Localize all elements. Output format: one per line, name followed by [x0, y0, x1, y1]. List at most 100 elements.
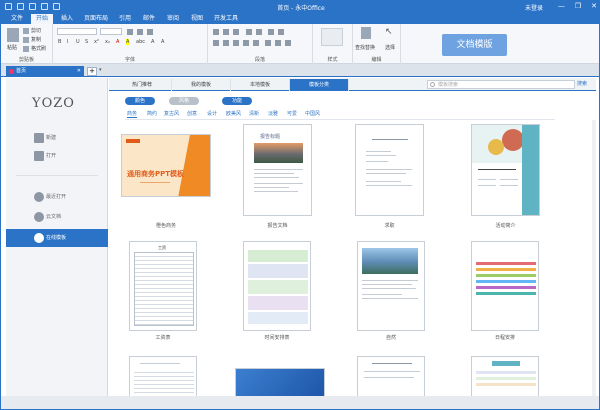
- template-name: 活动简介: [495, 223, 516, 229]
- template-thumbnail[interactable]: [235, 368, 325, 398]
- strikethrough-button[interactable]: S: [85, 39, 88, 45]
- filter-style[interactable]: 风格: [169, 97, 199, 105]
- clear-format-icon[interactable]: [147, 29, 153, 35]
- paste-icon[interactable]: [7, 28, 19, 42]
- decrease-indent-icon[interactable]: [246, 29, 252, 35]
- template-thumbnail[interactable]: [471, 241, 539, 331]
- text-effect-button[interactable]: abc: [136, 39, 145, 45]
- sidebar-item-open[interactable]: 打开: [6, 147, 108, 165]
- template-thumbnail[interactable]: [357, 356, 425, 398]
- template-thumbnail[interactable]: 通用商务PPT模板: [121, 134, 211, 197]
- numbering-icon[interactable]: [223, 29, 229, 35]
- template-thumbnail[interactable]: [471, 356, 539, 398]
- tab-hot[interactable]: 热门推荐: [113, 79, 172, 91]
- tab-template-categories[interactable]: 模板分类: [290, 79, 349, 91]
- superscript-button[interactable]: x²: [94, 39, 99, 45]
- menu-home[interactable]: 开始: [31, 14, 53, 24]
- find-replace-icon[interactable]: [361, 27, 371, 39]
- window-controls: — ❐ ✕: [558, 2, 597, 10]
- menu-mail[interactable]: 邮件: [139, 14, 159, 24]
- justify-icon[interactable]: [243, 40, 249, 46]
- category-fresh[interactable]: 清新: [249, 110, 259, 117]
- template-thumbnail[interactable]: [129, 356, 197, 398]
- tab-menu-icon[interactable]: ▾: [99, 67, 106, 76]
- category-cute[interactable]: 可爱: [287, 110, 297, 117]
- menu-insert[interactable]: 插入: [57, 14, 77, 24]
- bullets-icon[interactable]: [213, 29, 219, 35]
- category-western[interactable]: 欧美风: [226, 110, 241, 117]
- menu-developer[interactable]: 开发工具: [211, 14, 241, 24]
- sidebar-item-cloud[interactable]: 云文档: [6, 208, 108, 226]
- select-button[interactable]: 选择: [385, 44, 395, 51]
- format-painter-button[interactable]: 格式刷: [23, 45, 46, 52]
- filter-color[interactable]: 颜色: [125, 97, 155, 105]
- menu-review[interactable]: 审阅: [163, 14, 183, 24]
- close-button[interactable]: ✕: [591, 2, 597, 10]
- italic-button[interactable]: I: [67, 39, 68, 45]
- highlight-button[interactable]: A: [126, 39, 130, 45]
- tab-my-templates[interactable]: 我的模板: [172, 79, 231, 91]
- filter-function[interactable]: 功能: [222, 97, 252, 105]
- template-thumbnail[interactable]: 工资: [129, 241, 197, 331]
- tab-local-templates[interactable]: 本地模板: [231, 79, 290, 91]
- template-thumbnail[interactable]: [471, 124, 540, 216]
- template-thumbnail[interactable]: 报告标题: [243, 124, 312, 216]
- category-retro[interactable]: 复古风: [164, 110, 179, 117]
- show-marks-icon[interactable]: [278, 29, 284, 35]
- minimize-button[interactable]: —: [558, 2, 565, 10]
- category-creative[interactable]: 创意: [187, 110, 197, 117]
- font-name-select[interactable]: [57, 28, 97, 35]
- cut-button[interactable]: 剪切: [23, 27, 41, 34]
- tab-home[interactable]: 首页 ✕: [6, 66, 84, 77]
- group-label-clipboard: 剪贴板: [18, 57, 34, 63]
- paste-button[interactable]: 粘贴: [7, 44, 17, 51]
- multilevel-icon[interactable]: [233, 29, 239, 35]
- shading-icon[interactable]: [275, 40, 281, 46]
- category-chinese[interactable]: 中国风: [305, 110, 320, 117]
- template-thumbnail[interactable]: [357, 241, 425, 331]
- char-shade-button[interactable]: A: [161, 39, 164, 45]
- line-spacing-icon[interactable]: [265, 40, 271, 46]
- char-border-button[interactable]: A: [151, 39, 154, 45]
- new-tab-button[interactable]: +: [87, 67, 97, 76]
- copy-button[interactable]: 复制: [23, 36, 41, 43]
- doc-template-banner[interactable]: 文档模版: [442, 34, 507, 56]
- sidebar-item-recent[interactable]: 最近打开: [6, 188, 108, 206]
- menu-view[interactable]: 视图: [187, 14, 207, 24]
- borders-icon[interactable]: [285, 40, 291, 46]
- increase-indent-icon[interactable]: [256, 29, 262, 35]
- template-thumbnail[interactable]: [355, 124, 424, 216]
- shrink-font-icon[interactable]: [137, 29, 143, 35]
- search-input[interactable]: 模板搜索: [427, 80, 575, 89]
- maximize-button[interactable]: ❐: [575, 2, 581, 10]
- category-elegant[interactable]: 淡雅: [268, 110, 278, 117]
- vertical-scrollbar[interactable]: [592, 120, 596, 396]
- cursor-select-icon[interactable]: ↖: [385, 27, 393, 37]
- sidebar-item-online-templates[interactable]: 在线模板: [6, 229, 108, 247]
- template-thumbnail[interactable]: [243, 241, 311, 331]
- login-status[interactable]: 未登录: [525, 3, 543, 12]
- sort-icon[interactable]: [268, 29, 274, 35]
- find-replace-button[interactable]: 查找替换: [355, 44, 375, 51]
- font-size-select[interactable]: [100, 28, 122, 35]
- distribute-icon[interactable]: [253, 40, 259, 46]
- menu-file[interactable]: 文件: [7, 14, 27, 24]
- category-simple[interactable]: 简约: [147, 110, 157, 117]
- menu-references[interactable]: 引用: [115, 14, 135, 24]
- subscript-button[interactable]: x₂: [105, 39, 110, 45]
- font-color-button[interactable]: A: [116, 39, 119, 45]
- grow-font-icon[interactable]: [127, 29, 133, 35]
- underline-button[interactable]: U: [76, 39, 80, 45]
- menu-layout[interactable]: 页面布局: [81, 14, 111, 24]
- align-right-icon[interactable]: [233, 40, 239, 46]
- category-business[interactable]: 商务: [127, 110, 138, 118]
- search-button[interactable]: 搜索: [577, 80, 587, 89]
- styles-gallery[interactable]: [321, 28, 343, 46]
- bold-button[interactable]: B: [58, 39, 61, 45]
- align-center-icon[interactable]: [223, 40, 229, 46]
- window-title: 首页 - 永中Office: [277, 5, 325, 12]
- align-left-icon[interactable]: [213, 40, 219, 46]
- category-design[interactable]: 设计: [207, 110, 217, 117]
- sidebar-item-new[interactable]: 新建: [6, 129, 108, 147]
- close-tab-icon[interactable]: ✕: [77, 66, 81, 77]
